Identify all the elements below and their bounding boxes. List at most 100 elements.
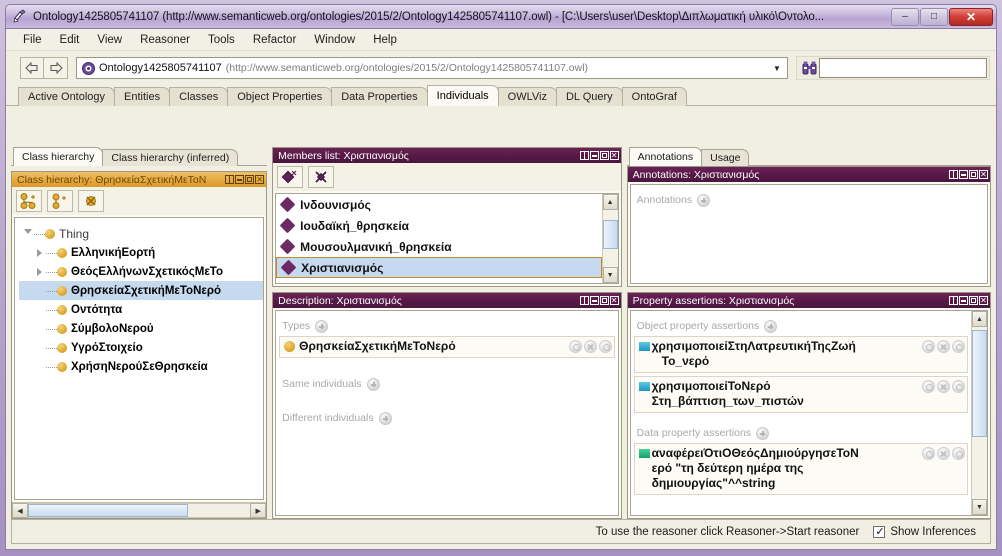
back-button[interactable] bbox=[20, 57, 44, 79]
object-property-row[interactable]: χρησιμοποιείΣτηΛατρευτικήΤηςΖωή Το_νερό bbox=[633, 336, 969, 373]
class-tree-hscrollbar[interactable]: ◀ ▶ bbox=[12, 502, 267, 518]
hscroll-thumb[interactable] bbox=[28, 504, 188, 517]
list-item[interactable]: Χριστιανισμός bbox=[276, 257, 602, 278]
maximize-panel-icon[interactable] bbox=[599, 151, 609, 160]
add-icon[interactable] bbox=[756, 426, 770, 440]
close-panel-icon[interactable]: ✕ bbox=[609, 296, 619, 305]
split-panel-icon[interactable] bbox=[225, 175, 235, 184]
list-item[interactable]: Ιουδαϊκή_θρησκεία bbox=[276, 215, 601, 236]
tab-owlviz[interactable]: OWLViz bbox=[497, 87, 557, 106]
delete-icon[interactable] bbox=[937, 447, 951, 460]
tree-node-xrisi-nerou[interactable]: ΧρήσηΝερούΣεΘρησκεία bbox=[19, 357, 263, 376]
minimize-panel-icon[interactable] bbox=[959, 170, 969, 179]
maximize-panel-icon[interactable] bbox=[245, 175, 255, 184]
vscroll-track[interactable] bbox=[602, 210, 618, 267]
close-button[interactable]: ✕ bbox=[949, 7, 993, 26]
tree-node-thing[interactable]: Thing bbox=[19, 224, 263, 243]
maximize-button[interactable]: □ bbox=[920, 7, 948, 26]
object-property-row[interactable]: χρησιμοποιείΤοΝερό Στη_βάπτιση_των_πιστώ… bbox=[633, 376, 969, 413]
delete-icon[interactable] bbox=[583, 340, 597, 353]
split-panel-icon[interactable] bbox=[579, 296, 589, 305]
binoculars-icon[interactable] bbox=[799, 58, 819, 78]
tree-node-ygro-stoixeio[interactable]: ΥγρόΣτοιχείο bbox=[19, 338, 263, 357]
tree-node-thriskeia-sxetiki[interactable]: ΘρησκείαΣχετικήΜεΤοΝερό bbox=[19, 281, 264, 300]
edit-icon[interactable] bbox=[922, 447, 936, 460]
tab-individuals[interactable]: Individuals bbox=[426, 85, 499, 106]
close-panel-icon[interactable]: ✕ bbox=[609, 151, 619, 160]
tree-node-theos-ellinon[interactable]: ΘεόςΕλλήνωνΣχετικόςΜεΤο bbox=[19, 262, 263, 281]
add-icon[interactable] bbox=[764, 319, 778, 333]
menu-help[interactable]: Help bbox=[364, 32, 406, 48]
add-icon[interactable] bbox=[315, 319, 329, 333]
data-property-row[interactable]: αναφέρειΌτιΟΘεόςΔημιούργησεΤοΝ ερό "τη δ… bbox=[633, 443, 969, 495]
members-list-vscrollbar[interactable]: ▲ ▼ bbox=[601, 194, 618, 283]
scroll-up-icon[interactable]: ▲ bbox=[972, 311, 988, 327]
tab-active-ontology[interactable]: Active Ontology bbox=[18, 87, 116, 106]
scroll-down-icon[interactable]: ▼ bbox=[972, 499, 988, 515]
tree-node-ontotita[interactable]: Οντότητα bbox=[19, 300, 263, 319]
scroll-left-icon[interactable]: ◀ bbox=[12, 503, 28, 518]
add-subclass-icon[interactable] bbox=[16, 190, 42, 212]
tab-usage[interactable]: Usage bbox=[701, 149, 750, 166]
tab-annotations[interactable]: Annotations bbox=[628, 147, 703, 166]
list-item[interactable]: Μουσουλμανική_θρησκεία bbox=[276, 236, 601, 257]
list-item[interactable]: Ινδουνισμός bbox=[276, 194, 601, 215]
tab-classes[interactable]: Classes bbox=[169, 87, 229, 106]
split-panel-icon[interactable] bbox=[579, 151, 589, 160]
annotate-icon[interactable] bbox=[952, 447, 966, 460]
add-sibling-class-icon[interactable] bbox=[47, 190, 73, 212]
class-tree[interactable]: Thing ΕλληνικήΕορτή ΘεόςΕλλήνωνΣχετικόςΜ… bbox=[14, 217, 265, 500]
tab-object-properties[interactable]: Object Properties bbox=[227, 87, 333, 106]
tab-class-hierarchy-inferred[interactable]: Class hierarchy (inferred) bbox=[102, 149, 239, 166]
split-panel-icon[interactable] bbox=[949, 296, 959, 305]
menu-file[interactable]: File bbox=[14, 32, 51, 48]
add-individual-icon[interactable] bbox=[277, 166, 304, 188]
vscroll-thumb[interactable] bbox=[602, 220, 618, 249]
expand-arrow-icon[interactable] bbox=[33, 248, 46, 257]
minimize-panel-icon[interactable] bbox=[235, 175, 245, 184]
delete-individual-icon[interactable] bbox=[308, 166, 335, 188]
tab-class-hierarchy[interactable]: Class hierarchy bbox=[13, 147, 104, 166]
menu-refactor[interactable]: Refactor bbox=[244, 32, 305, 48]
types-row[interactable]: ΘρησκείαΣχετικήΜεΤοΝερό bbox=[279, 336, 615, 358]
scroll-up-icon[interactable]: ▲ bbox=[602, 194, 618, 210]
expand-arrow-icon[interactable] bbox=[21, 229, 34, 238]
menu-reasoner[interactable]: Reasoner bbox=[131, 32, 199, 48]
vscroll-thumb[interactable] bbox=[972, 330, 988, 438]
delete-icon[interactable] bbox=[937, 340, 951, 353]
tab-ontograf[interactable]: OntoGraf bbox=[621, 87, 687, 106]
hscroll-track[interactable] bbox=[28, 503, 251, 518]
scroll-right-icon[interactable]: ▶ bbox=[250, 503, 267, 518]
expand-arrow-icon[interactable] bbox=[33, 267, 46, 276]
tab-entities[interactable]: Entities bbox=[114, 87, 171, 106]
tab-dl-query[interactable]: DL Query bbox=[555, 87, 623, 106]
split-panel-icon[interactable] bbox=[949, 170, 959, 179]
add-icon[interactable] bbox=[366, 377, 380, 391]
members-list[interactable]: Ινδουνισμός Ιουδαϊκή_θρησκεία Μουσουλμαν… bbox=[275, 193, 619, 284]
annotate-icon[interactable] bbox=[598, 340, 612, 353]
minimize-panel-icon[interactable] bbox=[589, 151, 599, 160]
menu-edit[interactable]: Edit bbox=[51, 32, 89, 48]
scroll-down-icon[interactable]: ▼ bbox=[602, 267, 618, 283]
tree-node-elliniki-eorti[interactable]: ΕλληνικήΕορτή bbox=[19, 243, 263, 262]
edit-icon[interactable] bbox=[922, 380, 936, 393]
minimize-panel-icon[interactable] bbox=[959, 296, 969, 305]
close-panel-icon[interactable]: ✕ bbox=[255, 175, 265, 184]
delete-class-icon[interactable] bbox=[78, 190, 104, 212]
edit-icon[interactable] bbox=[568, 340, 582, 353]
maximize-panel-icon[interactable] bbox=[969, 296, 979, 305]
menu-view[interactable]: View bbox=[88, 32, 131, 48]
edit-icon[interactable] bbox=[922, 340, 936, 353]
ontology-combobox[interactable]: Ontology1425805741107 (http://www.semant… bbox=[76, 57, 788, 79]
delete-icon[interactable] bbox=[937, 380, 951, 393]
show-inferences-checkbox[interactable] bbox=[873, 525, 886, 538]
chevron-down-icon[interactable]: ▼ bbox=[769, 58, 785, 78]
tree-node-symvolo-nerou[interactable]: ΣύμβολοΝερού bbox=[19, 319, 263, 338]
property-assertions-vscrollbar[interactable]: ▲ ▼ bbox=[971, 311, 988, 515]
vscroll-track[interactable] bbox=[972, 327, 988, 499]
add-icon[interactable] bbox=[697, 193, 711, 207]
annotate-icon[interactable] bbox=[952, 380, 966, 393]
close-panel-icon[interactable]: ✕ bbox=[979, 296, 989, 305]
minimize-button[interactable]: – bbox=[891, 7, 919, 26]
menu-tools[interactable]: Tools bbox=[199, 32, 244, 48]
